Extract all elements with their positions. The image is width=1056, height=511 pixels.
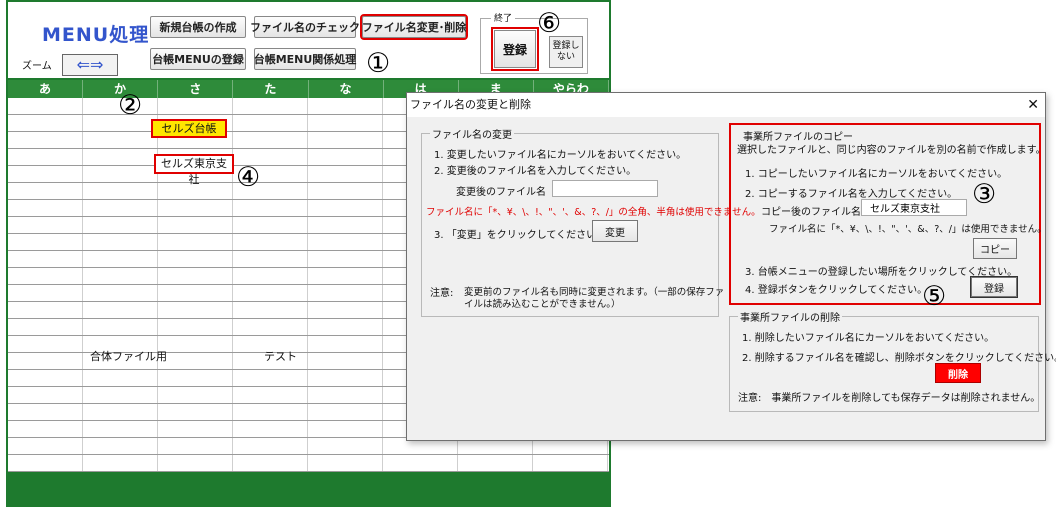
sheet-toolbar: MENU処理 ズーム ⇐⇒ 新規台帳の作成 ファイル名のチェック ファイル名変更… [8, 2, 609, 78]
new-name-label: 変更後のファイル名 [456, 187, 546, 198]
callout-2: ② [118, 90, 143, 121]
grid-cell-combined-file[interactable]: 合体ファイル用 [90, 348, 167, 364]
grid-cell-test[interactable]: テスト [264, 348, 297, 364]
delete-group-title: 事業所ファイルの削除 [738, 309, 842, 324]
callout-5: ⑤ [922, 281, 947, 312]
zoom-arrows-button[interactable]: ⇐⇒ [62, 54, 118, 76]
column-header-cell: な [309, 80, 384, 98]
copy-button[interactable]: コピー [973, 238, 1017, 259]
copy-desc: 選択したファイルと、同じ内容のファイルを別の名前で作成します。 [737, 145, 1046, 156]
column-header-cell: さ [158, 80, 234, 98]
column-header-cell: た [233, 80, 309, 98]
delete-step2: 2. 削除するファイル名を確認し、削除ボタンをクリックしてください。 [742, 353, 1056, 364]
copy-register-button[interactable]: 登録 [970, 276, 1018, 298]
dialog-titlebar: ファイル名の変更と削除 ✕ [407, 93, 1045, 117]
rename-step3: 3. 「変更」をクリックしてください。 [434, 230, 607, 241]
rename-delete-button[interactable]: ファイル名変更･削除 [360, 14, 468, 40]
end-group-title: 終了 [491, 11, 516, 24]
zoom-label: ズーム [22, 61, 52, 72]
copy-step3: 3. 台帳メニューの登録したい場所をクリックしてください。 [745, 267, 1018, 278]
register-button[interactable]: 登録 [491, 27, 539, 71]
copy-step4: 4. 登録ボタンをクリックしてください。 [745, 285, 928, 296]
rename-note-label: 注意: [430, 288, 454, 299]
grid-cell-seruzu-ledger[interactable]: セルズ台帳 [151, 119, 227, 138]
copy-warning: ファイル名に「*、¥、\、!、"、'、&、?、/」は使用できません。 [769, 224, 1047, 235]
after-name-label: コピー後のファイル名 [761, 207, 861, 218]
rename-warning: ファイル名に「*、¥、\、!、"、'、&、?、/」の全角、半角は使用できません。 [426, 207, 761, 218]
ledger-menu-register-button[interactable]: 台帳MENUの登録 [150, 48, 246, 70]
callout-3: ③ [972, 179, 997, 210]
copy-step2: 2. コピーするファイル名を入力してください。 [745, 189, 958, 200]
column-header-cell: あ [8, 80, 84, 98]
new-name-input[interactable] [552, 180, 658, 197]
delete-group: 事業所ファイルの削除 1. 削除したいファイル名にカーソルをおいてください。 2… [729, 309, 1056, 412]
close-icon[interactable]: ✕ [1027, 95, 1039, 115]
rename-note-line2: イルは読み込むことができません。） [464, 299, 621, 310]
rename-step2: 2. 変更後のファイル名を入力してください。 [434, 166, 637, 177]
no-register-button[interactable]: 登録しない [549, 36, 583, 68]
copy-step1: 1. コピーしたいファイル名にカーソルをおいてください。 [745, 169, 1008, 180]
grid-cell-seruzu-tokyo[interactable]: セルズ東京支社 [154, 154, 234, 186]
rename-group-title: ファイル名の変更 [430, 126, 514, 141]
rename-step1: 1. 変更したいファイル名にカーソルをおいてください。 [434, 150, 687, 161]
after-name-input[interactable] [861, 199, 967, 216]
zoom-arrows-icon: ⇐⇒ [76, 55, 104, 74]
ledger-menu-related-button[interactable]: 台帳MENU関係処理 [254, 48, 356, 70]
end-group: 終了 登録 登録しない [480, 11, 588, 74]
copy-group: 事業所ファイルのコピー 選択したファイルと、同じ内容のファイルを別の名前で作成し… [733, 128, 1047, 303]
callout-1: ① [366, 48, 391, 79]
callout-4: ④ [236, 162, 261, 193]
file-check-button[interactable]: ファイル名のチェック [250, 16, 360, 38]
rename-group: ファイル名の変更 1. 変更したいファイル名にカーソルをおいてください。 2. … [421, 126, 761, 317]
delete-note: 注意: 事業所ファイルを削除しても保存データは削除されません。 [738, 393, 1041, 404]
page-title: MENU処理 [42, 24, 150, 46]
delete-step1: 1. 削除したいファイル名にカーソルをおいてください。 [742, 333, 995, 344]
callout-6: ⑥ [537, 8, 562, 39]
rename-delete-dialog: ファイル名の変更と削除 ✕ ファイル名の変更 1. 変更したいファイル名にカーソ… [406, 92, 1056, 441]
delete-button[interactable]: 削除 [935, 363, 981, 383]
dialog-title: ファイル名の変更と削除 [410, 98, 531, 111]
new-ledger-button[interactable]: 新規台帳の作成 [150, 16, 246, 38]
change-button[interactable]: 変更 [592, 220, 638, 242]
